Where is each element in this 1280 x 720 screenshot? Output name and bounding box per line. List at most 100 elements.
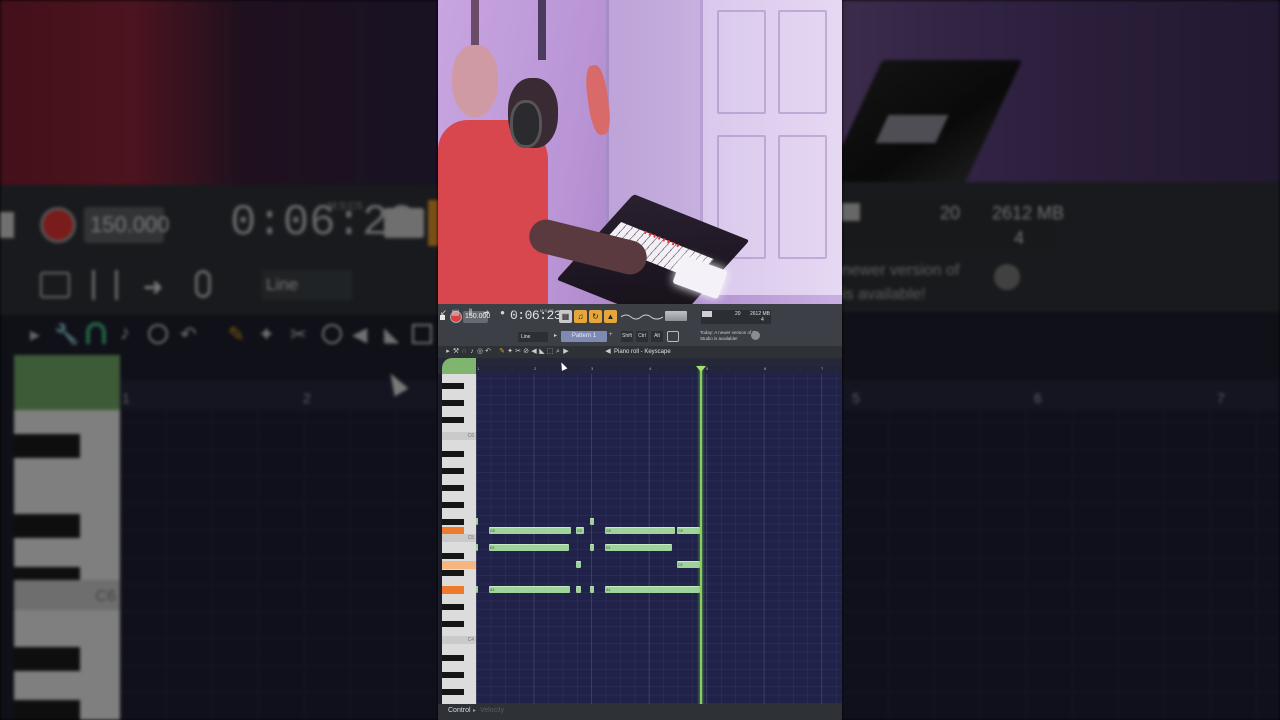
highlighted-key-a4[interactable] (442, 586, 464, 594)
background-pencil-icon: ✎ (228, 324, 245, 346)
status-meter: 20 2612 MB 4 (701, 310, 771, 324)
speaker-icon[interactable]: ◀ (530, 347, 538, 357)
background-mixer-icon (92, 270, 118, 300)
piano-roll-title[interactable]: Piano roll - Keyscape (614, 347, 671, 357)
settings-icon[interactable]: ◎ (476, 347, 484, 357)
black-key[interactable] (442, 451, 464, 457)
black-key[interactable] (442, 485, 464, 491)
black-key[interactable] (442, 502, 464, 508)
menu-arrow-icon[interactable]: ▸ (444, 347, 452, 357)
main-video-column: 150.000 0:06:23 M:S:CS ▦ ♫ ↻ ▲ 20 2612 M… (438, 0, 842, 720)
black-key[interactable] (442, 672, 464, 678)
note-grid[interactable] (476, 374, 842, 704)
note[interactable]: G5 (605, 527, 675, 534)
note[interactable]: A4 (489, 586, 570, 593)
black-key[interactable] (442, 655, 464, 661)
pattern-prev-icon[interactable]: ▸ (554, 332, 557, 339)
delete-icon[interactable]: ✂ (514, 347, 522, 357)
online-icon[interactable] (667, 331, 679, 342)
piano-roll-tab[interactable] (442, 358, 476, 375)
note[interactable]: E5 (489, 544, 569, 551)
bar-number: 1 (477, 366, 480, 371)
playlist-icon[interactable]: ▤ (451, 307, 460, 318)
background-bar-7: 7 (1217, 390, 1225, 406)
globe-icon[interactable] (751, 331, 760, 340)
black-key[interactable] (442, 468, 464, 474)
note-icon[interactable]: ♪ (468, 347, 476, 357)
black-key[interactable] (442, 570, 464, 576)
background-delete-icon: ✂ (290, 324, 307, 346)
playback-icon[interactable]: ▶ (562, 347, 570, 357)
playhead-marker-icon[interactable] (696, 366, 706, 372)
octave-label-c5: C5 (467, 535, 474, 541)
note-label: G5 (490, 529, 495, 533)
note[interactable]: E5 (605, 544, 672, 551)
zoom-icon[interactable]: ⌕ (554, 347, 562, 357)
note[interactable] (590, 518, 594, 525)
mute-icon[interactable]: ⊘ (522, 347, 530, 357)
pattern-add-icon[interactable]: + (609, 332, 613, 338)
playhead[interactable] (700, 366, 702, 720)
note[interactable]: G5 (489, 527, 571, 534)
ctrl-key[interactable]: Ctrl (636, 331, 648, 342)
note[interactable] (590, 586, 594, 593)
paint-icon[interactable]: ✦ (506, 347, 514, 357)
black-key[interactable] (442, 604, 464, 610)
step-edit-button[interactable]: ♫ (574, 310, 587, 323)
speaker-small-icon[interactable]: ◀ (604, 347, 612, 357)
note-label: A4 (606, 588, 611, 592)
control-arrow-icon[interactable]: ▸ (473, 707, 476, 714)
snap-mode-select[interactable]: Line (518, 332, 548, 342)
control-target[interactable]: Velocity (480, 707, 504, 714)
undo-icon[interactable]: ↶ (484, 347, 492, 357)
pencil-icon[interactable]: ✎ (498, 347, 506, 357)
typing-keyboard-button[interactable]: ▦ (559, 310, 572, 323)
note[interactable] (590, 544, 594, 551)
magnet-icon[interactable]: ∩ (460, 347, 468, 357)
note[interactable]: A4 (605, 586, 700, 593)
piano-keys[interactable]: C6 C5 C4 (442, 374, 476, 704)
black-key[interactable] (442, 383, 464, 389)
black-key[interactable] (442, 519, 464, 525)
background-stop-icon (0, 212, 14, 238)
black-key[interactable] (442, 689, 464, 695)
black-key[interactable] (442, 417, 464, 423)
cpu-meter (665, 311, 687, 321)
mixer-icon[interactable]: ⫼ (466, 307, 475, 318)
note[interactable] (576, 561, 581, 568)
black-key[interactable] (442, 400, 464, 406)
slice-icon[interactable]: ◣ (538, 347, 546, 357)
note[interactable] (476, 518, 478, 525)
alt-key[interactable]: Alt (651, 331, 663, 342)
loop-record-button[interactable]: ↻ (589, 310, 602, 323)
note[interactable]: C5 (677, 561, 700, 568)
background-left: 150.000 0:06:23 M:S:CS Line ➜ ▸ 🔧 ♪ ↶ ✎ … (0, 0, 438, 720)
control-label[interactable]: Control (448, 707, 471, 714)
background-record-icon (40, 207, 76, 243)
timeline-ruler[interactable]: 1 2 3 4 5 6 7 (476, 366, 842, 374)
snap-icon[interactable]: ↙ (439, 307, 448, 318)
note[interactable] (476, 544, 478, 551)
magnet-icon[interactable]: ∩ (510, 307, 519, 318)
background-grid-right (842, 410, 1280, 720)
note[interactable] (576, 586, 581, 593)
bar-number: 5 (706, 366, 709, 371)
note[interactable]: G5 (576, 527, 584, 534)
select-icon[interactable]: ⬚ (546, 347, 554, 357)
black-key[interactable] (442, 553, 464, 559)
black-key[interactable] (442, 621, 464, 627)
octave-label-c6: C6 (467, 433, 474, 439)
wrench-icon[interactable]: ⚒ (452, 347, 460, 357)
shift-key[interactable]: Shift (621, 331, 633, 342)
background-mic-icon (195, 270, 211, 298)
microphone-icon[interactable]: ● (498, 307, 507, 318)
background-polyphony: 4 (1014, 228, 1025, 248)
arrow-icon[interactable]: ➜ (482, 307, 491, 318)
note[interactable] (476, 586, 478, 593)
background-wrench-icon: 🔧 (54, 324, 79, 346)
highlighted-key-c5[interactable] (442, 561, 476, 569)
background-right: 20 2612 MB 4 newer version of is availab… (842, 0, 1280, 720)
note[interactable]: G5 (677, 527, 700, 534)
metronome-button[interactable]: ▲ (604, 310, 617, 323)
pattern-selector[interactable]: Pattern 1 (561, 331, 607, 342)
